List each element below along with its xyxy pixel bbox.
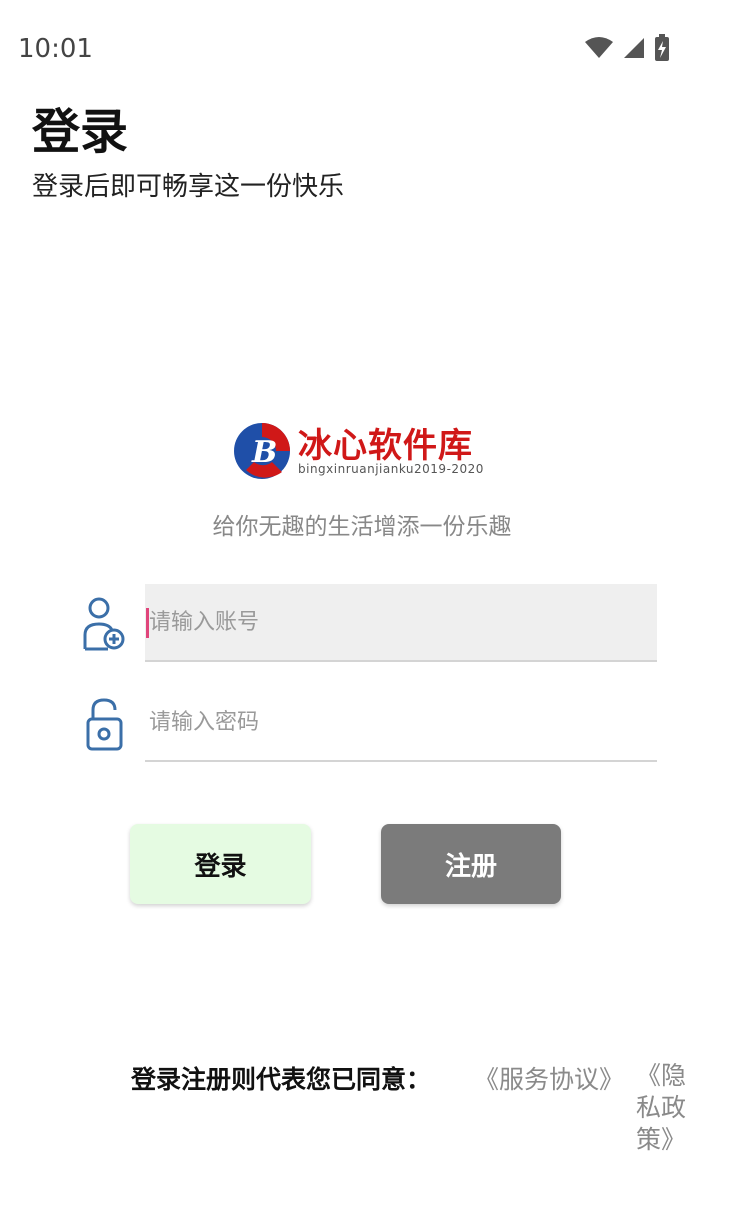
status-time: 10:01 <box>18 34 93 64</box>
page-title: 登录 <box>32 104 129 160</box>
password-field[interactable] <box>145 684 657 762</box>
account-field[interactable] <box>145 584 657 662</box>
slogan: 给你无趣的生活增添一份乐趣 <box>212 514 512 540</box>
agreement-prefix: 登录注册则代表您已同意： <box>131 1065 432 1094</box>
privacy-policy-link[interactable]: 《隐私政策》 <box>636 1060 696 1156</box>
service-agreement-link[interactable]: 《服务协议》 <box>474 1060 624 1096</box>
unlock-icon <box>85 697 125 757</box>
logo-name: 冰心软件库 <box>298 426 473 466</box>
signal-icon <box>622 36 646 60</box>
register-button[interactable]: 注册 <box>381 824 561 904</box>
battery-charging-icon <box>654 34 670 62</box>
status-bar: 10:01 <box>0 0 732 96</box>
login-button[interactable]: 登录 <box>130 824 311 904</box>
logo-url: bingxinruanjianku2019-2020 <box>298 462 484 476</box>
text-cursor <box>146 608 149 638</box>
status-icons <box>584 34 670 62</box>
app-logo: B 冰心软件库 bingxinruanjianku2019-2020 <box>232 418 492 484</box>
password-input[interactable] <box>145 684 657 760</box>
wifi-icon <box>584 36 614 60</box>
logo-emblem-icon: B <box>232 420 294 486</box>
page-subtitle: 登录后即可畅享这一份快乐 <box>32 172 345 202</box>
svg-text:B: B <box>251 435 277 470</box>
account-input[interactable] <box>145 584 657 660</box>
user-add-icon <box>82 597 126 657</box>
